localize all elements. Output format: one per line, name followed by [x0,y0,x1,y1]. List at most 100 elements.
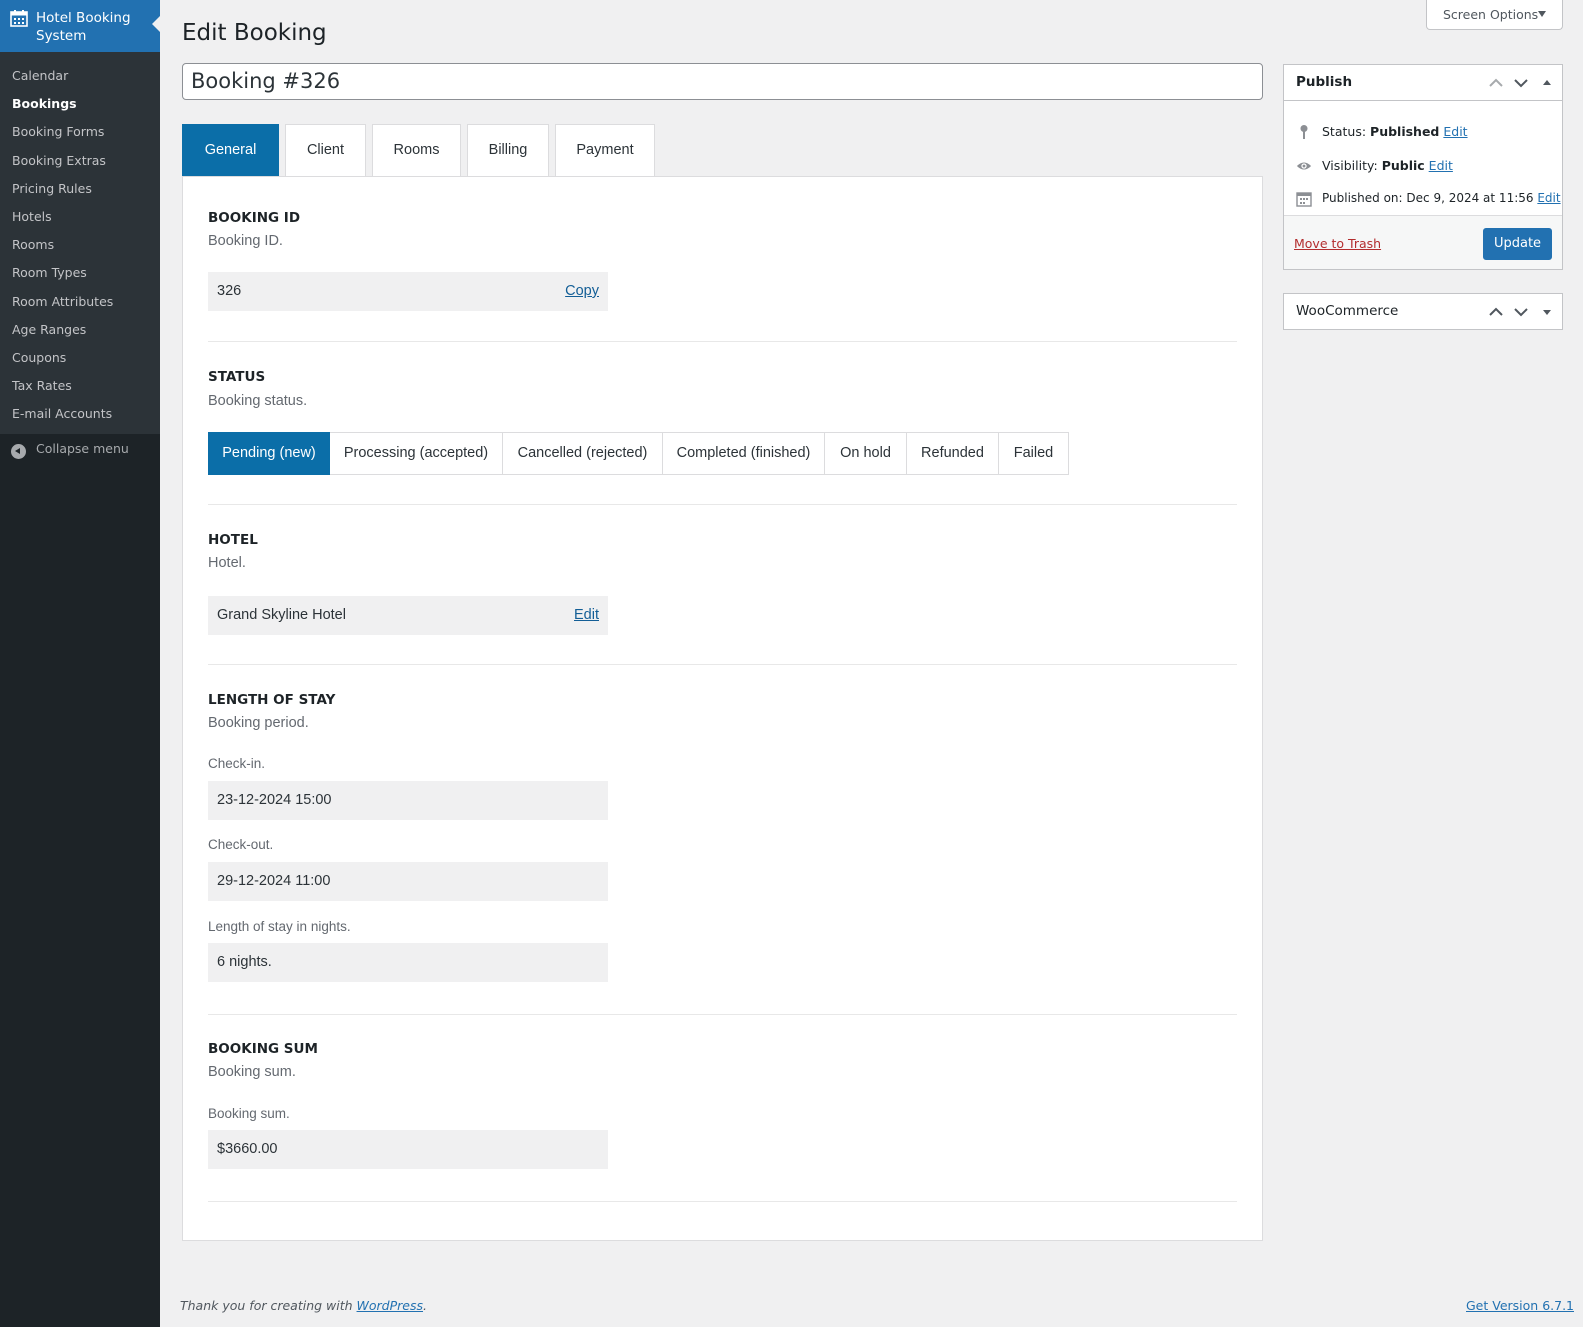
divider [208,1014,1237,1015]
nights-label: Length of stay in nights. [208,919,351,934]
sidebar-item-rooms[interactable]: Rooms [0,231,160,259]
publish-actions: Move to Trash Update [1284,215,1562,269]
checkout-field[interactable]: 29-12-2024 11:00 [208,862,608,901]
status-row: Status: Published Edit [1296,124,1556,142]
sidebar-item-hotels[interactable]: Hotels [0,203,160,231]
menu-head-hotel-booking[interactable]: Hotel Booking System [0,0,160,52]
status-edit-link[interactable]: Edit [1443,124,1467,139]
status-desc: Booking status. [208,393,308,409]
status-completed-button[interactable]: Completed (finished) [663,432,825,475]
hotel-edit-link[interactable]: Edit [574,596,599,635]
visibility-row: Visibility: Public Edit [1296,158,1556,176]
update-button[interactable]: Update [1483,228,1552,260]
wordpress-link[interactable]: WordPress [357,1298,423,1313]
status-cancelled-button[interactable]: Cancelled (rejected) [503,432,663,475]
chevron-down-icon[interactable] [1513,75,1529,91]
sidebar-item-age-ranges[interactable]: Age Ranges [0,316,160,344]
woocommerce-box-header: WooCommerce [1284,294,1562,330]
sidebar-item-pricing-rules[interactable]: Pricing Rules [0,175,160,203]
sidebar-item-e-mail-accounts[interactable]: E-mail Accounts [0,400,160,428]
published-on-key: Published on: [1322,191,1403,205]
status-pending-button[interactable]: Pending (new) [208,432,330,475]
sidebar-item-booking-extras[interactable]: Booking Extras [0,147,160,175]
status-processing-button[interactable]: Processing (accepted) [330,432,503,475]
hotel-field: Grand Skyline Hotel Edit [208,596,608,635]
footer-thanks-suffix: . [423,1298,427,1313]
divider [208,504,1237,505]
collapse-label: Collapse menu [36,441,129,456]
calendar-icon [1296,192,1312,207]
caret-down-icon [1538,11,1546,17]
booking-id-desc: Booking ID. [208,233,283,249]
hotel-title: HOTEL [208,532,258,548]
sidebar-item-room-types[interactable]: Room Types [0,259,160,287]
length-of-stay-desc: Booking period. [208,715,309,731]
sidebar-item-tax-rates[interactable]: Tax Rates [0,372,160,400]
sidebar-item-bookings[interactable]: Bookings [0,90,160,118]
publish-box-header: Publish [1284,65,1562,101]
status-refunded-button[interactable]: Refunded [907,432,999,475]
status-title: STATUS [208,369,266,385]
length-of-stay-title: LENGTH OF STAY [208,692,336,708]
booking-sum-label: Booking sum. [208,1106,290,1121]
tab-payment[interactable]: Payment [555,124,655,177]
page-title: Edit Booking [182,20,327,46]
nights-field: 6 nights. [208,943,608,982]
status-onhold-button[interactable]: On hold [825,432,907,475]
collapse-menu-button[interactable]: Collapse menu [0,437,160,465]
status-value: Published [1370,124,1440,139]
divider [208,1201,1237,1202]
footer-thanks-prefix: Thank you for creating with [180,1298,353,1313]
booking-id-field: 326 Copy [208,272,608,311]
woocommerce-box-title: WooCommerce [1296,303,1399,319]
sidebar-item-booking-forms[interactable]: Booking Forms [0,118,160,146]
toggle-panel-icon[interactable] [1539,304,1555,320]
chevron-up-icon[interactable] [1488,304,1504,320]
menu-head-label: Hotel Booking System [36,10,131,44]
general-panel [182,176,1263,1241]
get-version-link[interactable]: Get Version 6.7.1 [1466,1298,1574,1313]
visibility-key: Visibility: [1322,158,1378,173]
footer-thanks: Thank you for creating with WordPress. [180,1298,427,1313]
screen-options-button[interactable]: Screen Options [1426,0,1563,30]
published-on-edit-link[interactable]: Edit [1537,191,1560,205]
booking-sum-desc: Booking sum. [208,1064,296,1080]
eye-icon [1296,162,1312,170]
chevron-down-icon[interactable] [1513,304,1529,320]
collapse-icon [11,444,26,459]
submenu: Calendar Bookings Booking Forms Booking Ext… [0,52,160,434]
status-button-group: Pending (new) Processing (accepted) Canc… [208,432,1069,475]
publish-box: Publish Status: Published Edit Visibilit… [1283,64,1563,270]
chevron-up-icon[interactable] [1488,75,1504,91]
sidebar-item-calendar[interactable]: Calendar [0,62,160,90]
current-menu-arrow [152,16,160,32]
sidebar-item-coupons[interactable]: Coupons [0,344,160,372]
visibility-edit-link[interactable]: Edit [1429,158,1453,173]
move-to-trash-link[interactable]: Move to Trash [1294,236,1381,251]
post-title-input[interactable]: Booking #326 [182,63,1263,100]
status-key: Status: [1322,124,1367,139]
tab-general[interactable]: General [182,124,279,177]
sidebar-item-room-attributes[interactable]: Room Attributes [0,288,160,316]
booking-sum-title: BOOKING SUM [208,1041,318,1057]
publish-box-title: Publish [1296,74,1353,90]
checkin-label: Check-in. [208,756,266,771]
divider [208,664,1237,665]
tab-client[interactable]: Client [285,124,366,177]
tab-rooms[interactable]: Rooms [372,124,461,177]
hotel-desc: Hotel. [208,555,246,571]
published-on-value: Dec 9, 2024 at 11:56 [1406,191,1534,205]
checkout-label: Check-out. [208,837,274,852]
toggle-panel-icon[interactable] [1539,75,1555,91]
status-failed-button[interactable]: Failed [999,432,1069,475]
booking-id-value: 326 [217,283,242,299]
divider [208,341,1237,342]
woocommerce-box: WooCommerce [1283,293,1563,330]
booking-sum-field[interactable]: $3660.00 [208,1130,608,1169]
copy-link[interactable]: Copy [565,272,599,311]
checkin-field[interactable]: 23-12-2024 15:00 [208,781,608,820]
calendar-icon [10,10,28,27]
published-on-row: Published on: Dec 9, 2024 at 11:56 Edit [1296,191,1564,209]
tab-billing[interactable]: Billing [467,124,549,177]
hotel-value: Grand Skyline Hotel [217,607,346,623]
